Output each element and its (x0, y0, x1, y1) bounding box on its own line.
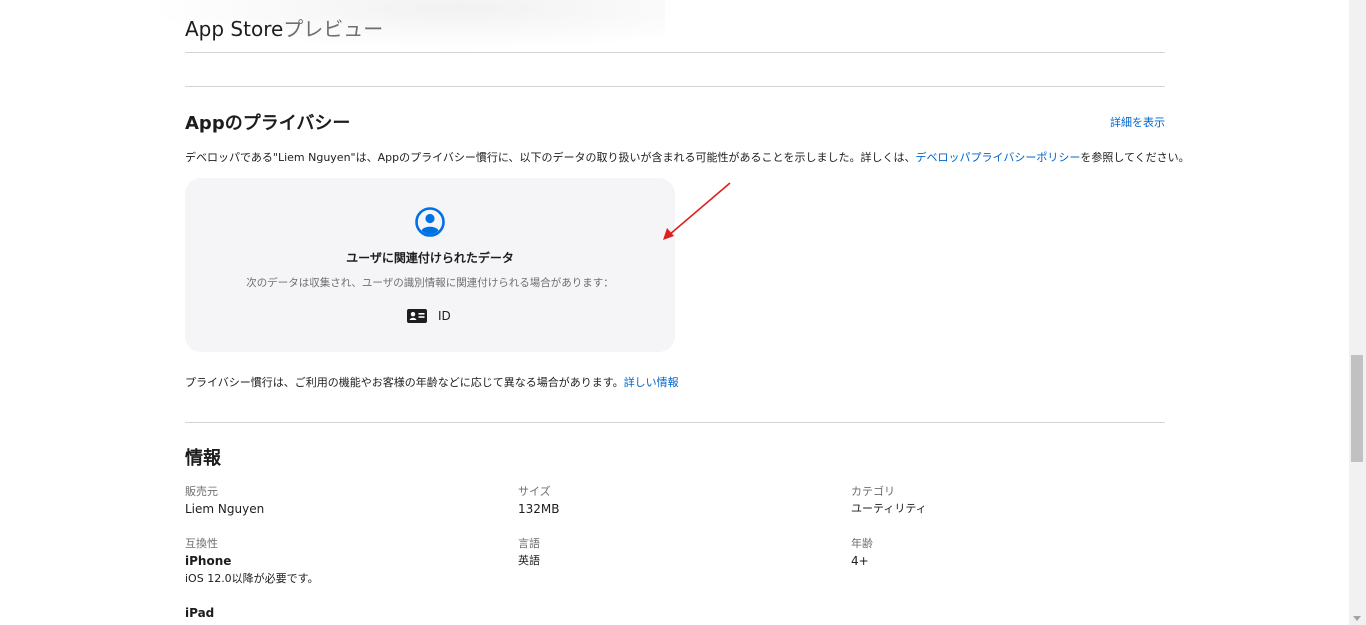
info-value: 132MB (518, 502, 560, 516)
privacy-card-linked-data: ユーザに関連付けられたデータ 次のデータは収集され、ユーザの識別情報に関連付けら… (185, 178, 675, 352)
info-age: 年齢 4+ (851, 536, 873, 570)
privacy-note: プライバシー慣行は、ご利用の機能やお客様の年齢などに応じて異なる場合があります。… (185, 374, 679, 390)
id-card-icon (407, 309, 427, 323)
info-label: 言語 (518, 537, 540, 550)
privacy-card-subtitle: 次のデータは収集され、ユーザの識別情報に関連付けられる場合があります： (246, 277, 614, 289)
compat-requirement: iOS 12.0以降が必要です。 (185, 572, 319, 585)
info-seller: 販売元 Liem Nguyen (185, 484, 264, 518)
privacy-note-text: プライバシー慣行は、ご利用の機能やお客様の年齢などに応じて異なる場合があります。 (185, 376, 624, 389)
privacy-desc-suffix: を参照してください。 (1080, 151, 1190, 164)
red-arrow-annotation (663, 182, 731, 240)
privacy-description: デベロッパである"Liem Nguyen"は、Appのプライバシー慣行に、以下の… (185, 149, 1190, 165)
developer-privacy-policy-link[interactable]: デベロッパプライバシーポリシー (916, 151, 1081, 164)
privacy-desc-prefix: デベロッパである"Liem Nguyen"は、Appのプライバシー慣行に、以下の… (185, 151, 916, 164)
info-label: 販売元 (185, 485, 218, 498)
privacy-section-title: Appのプライバシー (185, 113, 351, 134)
privacy-data-item-label: ID (438, 309, 451, 323)
info-label: サイズ (518, 485, 551, 498)
info-size: サイズ 132MB (518, 484, 560, 518)
preview-heading: App Storeプレビュー (185, 13, 383, 42)
divider (185, 86, 1165, 87)
privacy-data-item-id: ID (407, 309, 451, 323)
scroll-down-arrow-icon[interactable] (1353, 616, 1361, 621)
info-category: カテゴリ ユーティリティ (851, 484, 927, 518)
info-label: カテゴリ (851, 485, 895, 498)
info-label: 年齢 (851, 537, 873, 550)
info-label: 互換性 (185, 537, 218, 550)
info-value: 英語 (518, 554, 540, 567)
info-value: 4+ (851, 554, 869, 568)
compat-device-ipad: iPad (185, 606, 215, 620)
user-circle-icon (415, 207, 445, 237)
info-section-title: 情報 (185, 448, 221, 469)
category-link[interactable]: ユーティリティ (851, 500, 927, 518)
scrollbar-thumb[interactable] (1351, 355, 1363, 462)
preview-title-main: App Store (185, 17, 284, 41)
page-scrollbar[interactable] (1349, 0, 1366, 625)
divider (185, 422, 1165, 423)
learn-more-link[interactable]: 詳しい情報 (624, 376, 679, 389)
divider (185, 52, 1165, 53)
info-language: 言語 英語 (518, 536, 540, 570)
compat-device-iphone: iPhone (185, 554, 232, 568)
preview-title-sub: プレビュー (283, 17, 384, 41)
see-details-link[interactable]: 詳細を表示 (1110, 114, 1165, 130)
info-value: Liem Nguyen (185, 502, 265, 516)
info-compatibility: 互換性 iPhone iOS 12.0以降が必要です。 iPad (185, 536, 319, 622)
privacy-card-title: ユーザに関連付けられたデータ (346, 251, 514, 265)
